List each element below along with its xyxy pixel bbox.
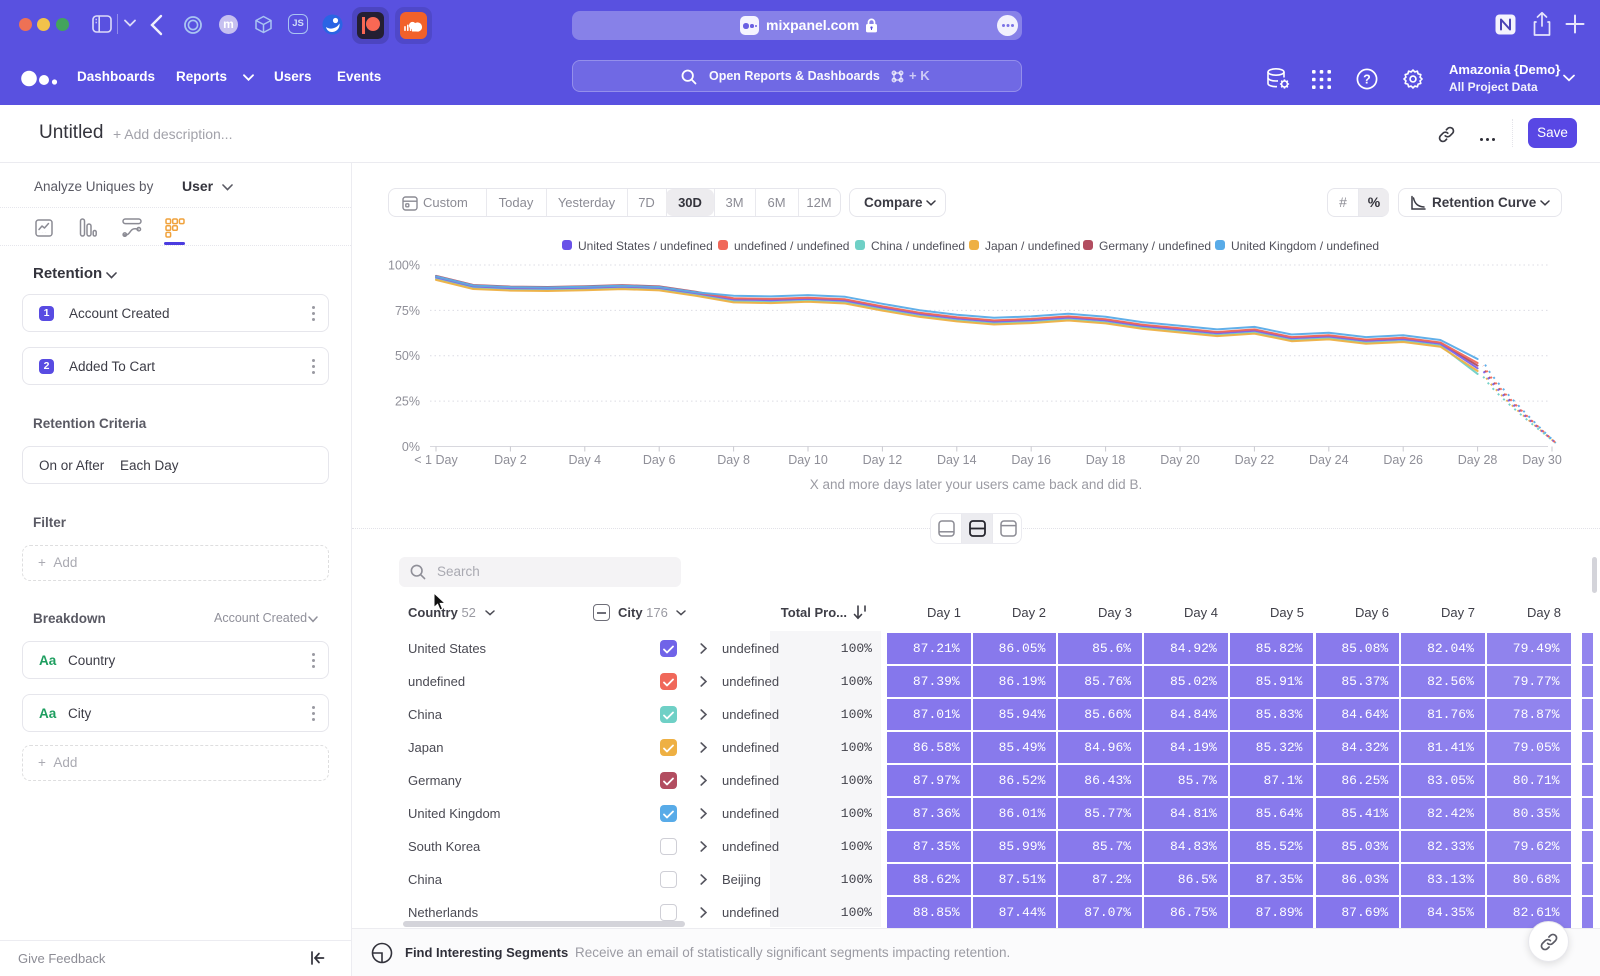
svg-text:Day 28: Day 28 [1458,453,1498,467]
svg-text:25%: 25% [395,395,420,409]
svg-text:75%: 75% [395,304,420,318]
svg-text:Day 24: Day 24 [1309,453,1349,467]
svg-text:100%: 100% [388,259,420,273]
svg-text:Day 18: Day 18 [1086,453,1126,467]
svg-text:Day 20: Day 20 [1160,453,1200,467]
svg-text:Day 6: Day 6 [643,453,676,467]
svg-text:Day 26: Day 26 [1383,453,1423,467]
svg-text:Day 2: Day 2 [494,453,527,467]
svg-text:< 1 Day: < 1 Day [414,453,458,467]
svg-text:50%: 50% [395,349,420,363]
svg-text:Day 30: Day 30 [1522,453,1562,467]
svg-text:?: ? [1363,72,1371,86]
svg-text:Day 4: Day 4 [568,453,601,467]
svg-text:Day 12: Day 12 [863,453,903,467]
svg-text:Day 22: Day 22 [1235,453,1275,467]
svg-text:0%: 0% [402,440,420,454]
svg-text:Day 16: Day 16 [1011,453,1051,467]
svg-text:Day 10: Day 10 [788,453,828,467]
svg-text:Day 14: Day 14 [937,453,977,467]
svg-text:Day 8: Day 8 [717,453,750,467]
